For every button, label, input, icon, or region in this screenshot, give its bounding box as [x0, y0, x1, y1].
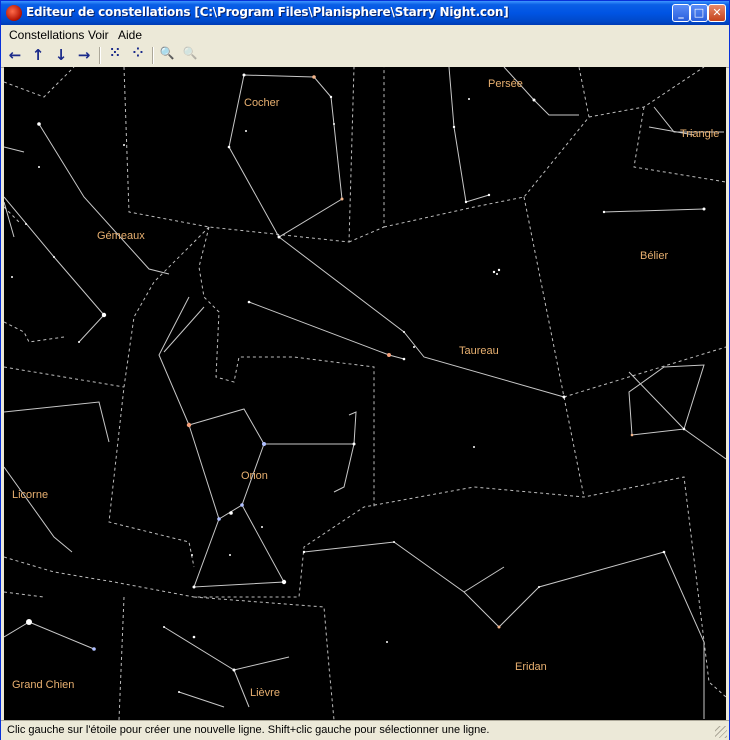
- app-window: Editeur de constellations [C:\Program Fi…: [0, 0, 730, 740]
- title-bar[interactable]: Editeur de constellations [C:\Program Fi…: [1, 1, 729, 25]
- arrow-left-icon[interactable]: ←: [5, 46, 25, 66]
- menu-bar: Constellations Voir Aide: [1, 25, 729, 44]
- constellation-label[interactable]: Cocher: [244, 97, 280, 109]
- zoom-in-icon[interactable]: 🔍: [157, 46, 177, 66]
- constellation-label[interactable]: Taureau: [459, 345, 499, 357]
- close-button[interactable]: ✕: [708, 4, 726, 22]
- constellation-label[interactable]: Gémeaux: [97, 230, 145, 242]
- maximize-button[interactable]: □: [690, 4, 708, 22]
- arrow-right-icon[interactable]: →: [74, 46, 94, 66]
- toolbar-separator: [99, 47, 101, 64]
- constellation-label[interactable]: Bélier: [640, 250, 668, 262]
- constellation-label[interactable]: Lièvre: [250, 687, 280, 699]
- toolbar: ← ↑ ↓ → ⁙ ⁘ 🔍 🔍: [1, 44, 729, 68]
- arrow-up-icon[interactable]: ↑: [28, 46, 48, 66]
- zoom-out-icon[interactable]: 🔍: [180, 46, 200, 66]
- menu-constellations[interactable]: Constellations: [5, 26, 88, 44]
- arrow-down-icon[interactable]: ↓: [51, 46, 71, 66]
- constellation-label[interactable]: Grand Chien: [12, 679, 74, 691]
- toolbar-separator: [152, 47, 154, 64]
- constellation-label[interactable]: Eridan: [515, 661, 547, 673]
- resize-grip[interactable]: [715, 726, 727, 738]
- constellation-boundaries: [4, 67, 726, 720]
- constellation-label[interactable]: Orion: [241, 470, 268, 482]
- sky-map-canvas[interactable]: Cocher Persée Triangle Gémeaux Bélier Ta…: [4, 67, 726, 720]
- constellation-label[interactable]: Triangle: [680, 128, 719, 140]
- menu-aide[interactable]: Aide: [114, 26, 146, 44]
- status-bar: Clic gauche sur l'étoile pour créer une …: [1, 720, 729, 740]
- constellation-label[interactable]: Licorne: [12, 489, 48, 501]
- status-text: Clic gauche sur l'étoile pour créer une …: [7, 724, 490, 736]
- stars-icon[interactable]: ⁙: [105, 46, 125, 66]
- stars: [11, 73, 706, 693]
- constellation-label[interactable]: Persée: [488, 78, 523, 90]
- app-icon[interactable]: [6, 5, 22, 21]
- constellation-lines: [4, 67, 726, 719]
- window-title: Editeur de constellations [C:\Program Fi…: [26, 5, 509, 19]
- constellation-map[interactable]: Cocher Persée Triangle Gémeaux Bélier Ta…: [4, 67, 726, 720]
- menu-voir[interactable]: Voir: [84, 26, 113, 44]
- stars-small-icon[interactable]: ⁘: [128, 46, 148, 66]
- minimize-button[interactable]: _: [672, 4, 690, 22]
